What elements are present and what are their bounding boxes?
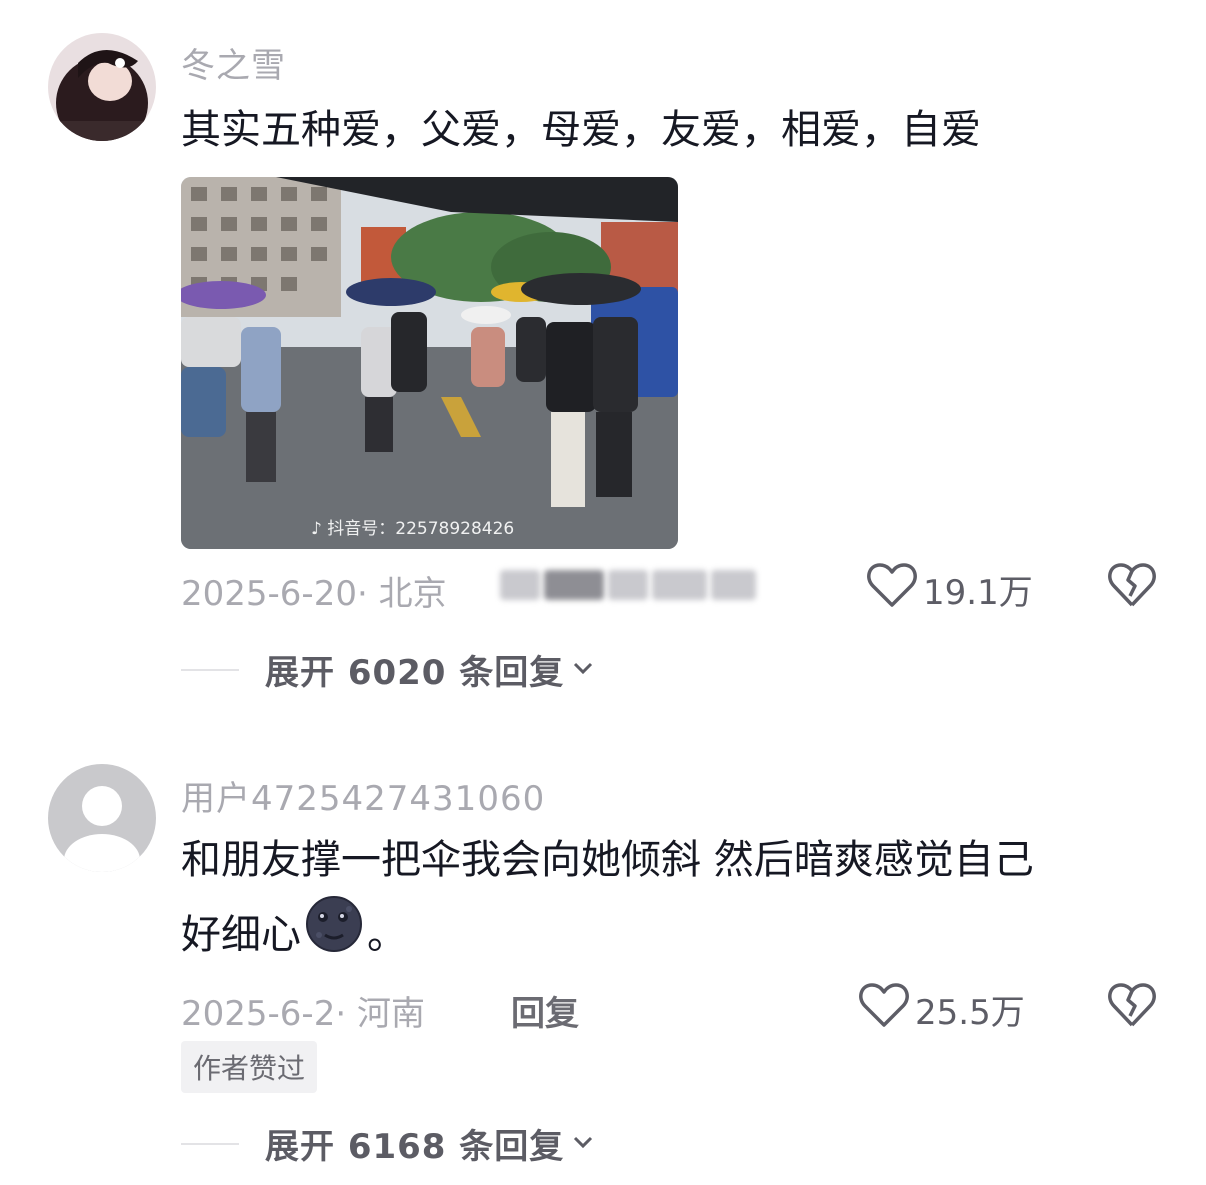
divider-line xyxy=(181,668,239,671)
heart-outline-icon xyxy=(867,562,917,617)
new-moon-face-emoji xyxy=(305,895,363,975)
like-button[interactable]: 19.1万 xyxy=(867,562,1033,617)
comment-text-line: 和朋友撑一把伞我会向她倾斜 然后暗爽感觉自己 xyxy=(181,837,1034,883)
comment-image[interactable]: ♪ 抖音号：22578928426 xyxy=(181,177,678,549)
dislike-button[interactable] xyxy=(1108,982,1156,1032)
heart-outline-icon xyxy=(859,982,909,1037)
avatar[interactable] xyxy=(48,33,156,141)
expand-replies[interactable]: 展开 6168 条回复 xyxy=(181,1119,594,1168)
comment-meta: 2025-6-20· 北京 xyxy=(181,574,447,614)
author-liked-badge: 作者赞过 xyxy=(181,1041,318,1093)
divider-line xyxy=(181,1142,239,1145)
comment-username[interactable]: 冬之雪 xyxy=(181,38,286,87)
chevron-down-icon xyxy=(572,1134,594,1153)
redacted-reply-text xyxy=(500,570,756,600)
broken-heart-icon xyxy=(1108,563,1156,612)
reply-button[interactable]: 回复 xyxy=(511,986,579,1035)
like-button[interactable]: 25.5万 xyxy=(859,982,1025,1037)
comment-text-line: 好细心 。 xyxy=(181,895,1141,975)
dislike-button[interactable] xyxy=(1108,562,1156,612)
image-watermark: ♪ 抖音号：22578928426 xyxy=(311,519,515,539)
comment-text: 和朋友撑一把伞我会向她倾斜 然后暗爽感觉自己 好细心 。 xyxy=(181,825,1141,975)
broken-heart-icon xyxy=(1108,983,1156,1032)
chevron-down-icon xyxy=(572,660,594,679)
comment-text: 其实五种爱，父爱，母爱，友爱，相爱，自爱 xyxy=(181,107,981,153)
expand-replies-label: 展开 6168 条回复 xyxy=(265,1127,565,1167)
avatar[interactable] xyxy=(48,764,156,872)
comment-meta: 2025-6-2· 河南 xyxy=(181,994,425,1034)
like-count: 19.1万 xyxy=(923,573,1033,613)
tiktok-logo-icon: ♪ xyxy=(311,519,322,539)
expand-replies-label: 展开 6020 条回复 xyxy=(265,653,565,693)
comment-username[interactable]: 用户4725427431060 xyxy=(181,771,545,820)
expand-replies[interactable]: 展开 6020 条回复 xyxy=(181,645,594,694)
like-count: 25.5万 xyxy=(915,993,1025,1033)
